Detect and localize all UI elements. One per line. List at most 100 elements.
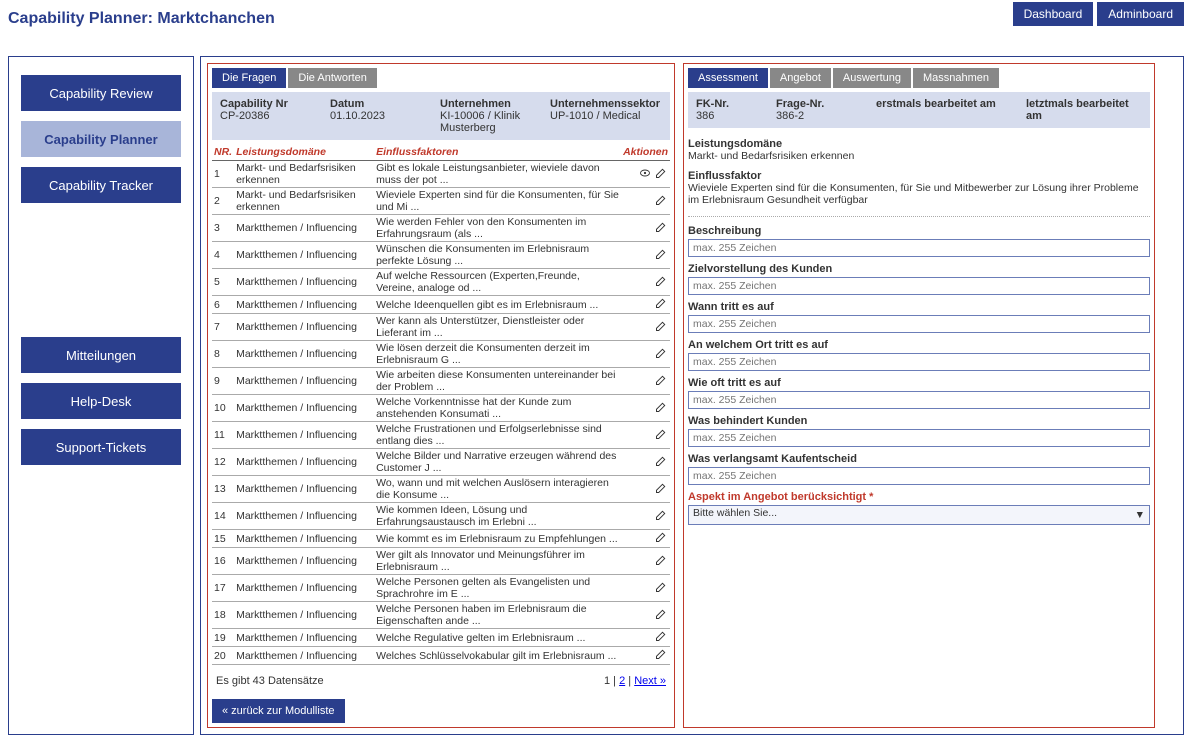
- field-label: An welchem Ort tritt es auf: [688, 339, 1150, 351]
- sidebar-item-support-tickets[interactable]: Support-Tickets: [21, 429, 181, 465]
- table-row[interactable]: 3Marktthemen / InfluencingWie werden Feh…: [212, 215, 670, 242]
- tab-massnahmen[interactable]: Massnahmen: [913, 68, 999, 88]
- tab-angebot[interactable]: Angebot: [770, 68, 831, 88]
- table-row[interactable]: 10Marktthemen / InfluencingWelche Vorken…: [212, 395, 670, 422]
- pager-next[interactable]: Next »: [634, 675, 666, 687]
- edit-icon[interactable]: [654, 297, 668, 309]
- cell-nr: 5: [212, 269, 234, 296]
- assessment-info-bar: FK-Nr.386 Frage-Nr.386-2 erstmals bearbe…: [688, 92, 1150, 128]
- field-input-4[interactable]: [688, 391, 1150, 409]
- cell-actions: [621, 530, 670, 548]
- edit-icon[interactable]: [654, 509, 668, 521]
- view-icon[interactable]: [638, 167, 652, 179]
- table-row[interactable]: 17Marktthemen / InfluencingWelche Person…: [212, 575, 670, 602]
- unternehmen-label: Unternehmen: [440, 98, 550, 110]
- table-row[interactable]: 4Marktthemen / InfluencingWünschen die K…: [212, 242, 670, 269]
- cell-actions: [621, 341, 670, 368]
- aspect-selected: Bitte wählen Sie...: [693, 507, 777, 519]
- cell-domain: Marktthemen / Influencing: [234, 530, 374, 548]
- back-to-module-list-button[interactable]: « zurück zur Modulliste: [212, 699, 345, 723]
- table-row[interactable]: 5Marktthemen / InfluencingAuf welche Res…: [212, 269, 670, 296]
- tab-die-fragen[interactable]: Die Fragen: [212, 68, 286, 88]
- cell-domain: Marktthemen / Influencing: [234, 602, 374, 629]
- table-row[interactable]: 2Markt- und Bedarfsrisiken erkennenWievi…: [212, 188, 670, 215]
- cell-domain: Marktthemen / Influencing: [234, 341, 374, 368]
- cell-nr: 9: [212, 368, 234, 395]
- cell-nr: 10: [212, 395, 234, 422]
- cell-faktor: Wie werden Fehler von den Konsumenten im…: [374, 215, 621, 242]
- edit-icon[interactable]: [654, 531, 668, 543]
- cell-actions: [621, 449, 670, 476]
- table-row[interactable]: 12Marktthemen / InfluencingWelche Bilder…: [212, 449, 670, 476]
- edit-icon[interactable]: [654, 347, 668, 359]
- edit-icon[interactable]: [654, 428, 668, 440]
- edit-icon[interactable]: [654, 608, 668, 620]
- edit-icon[interactable]: [654, 482, 668, 494]
- cap-nr-label: Capability Nr: [220, 98, 330, 110]
- field-input-5[interactable]: [688, 429, 1150, 447]
- table-row[interactable]: 6Marktthemen / InfluencingWelche Ideenqu…: [212, 296, 670, 314]
- sidebar-item-capability-tracker[interactable]: Capability Tracker: [21, 167, 181, 203]
- cell-nr: 18: [212, 602, 234, 629]
- edit-icon[interactable]: [654, 374, 668, 386]
- sidebar-item-help-desk[interactable]: Help-Desk: [21, 383, 181, 419]
- edit-icon[interactable]: [654, 401, 668, 413]
- cell-domain: Marktthemen / Influencing: [234, 269, 374, 296]
- edit-icon[interactable]: [654, 581, 668, 593]
- cell-faktor: Wer kann als Unterstützer, Dienstleister…: [374, 314, 621, 341]
- cell-faktor: Welche Personen haben im Erlebnisraum di…: [374, 602, 621, 629]
- aspect-select[interactable]: Bitte wählen Sie... ▼: [688, 505, 1150, 525]
- edit-icon[interactable]: [654, 194, 668, 206]
- table-row[interactable]: 14Marktthemen / InfluencingWie kommen Id…: [212, 503, 670, 530]
- table-row[interactable]: 19Marktthemen / InfluencingWelche Regula…: [212, 629, 670, 647]
- top-buttons: Dashboard Adminboard: [1013, 2, 1184, 26]
- table-row[interactable]: 1Markt- und Bedarfsrisiken erkennenGibt …: [212, 161, 670, 188]
- cell-nr: 12: [212, 449, 234, 476]
- table-row[interactable]: 9Marktthemen / InfluencingWie arbeiten d…: [212, 368, 670, 395]
- adminboard-button[interactable]: Adminboard: [1097, 2, 1184, 26]
- tab-die-antworten[interactable]: Die Antworten: [288, 68, 376, 88]
- tab-auswertung[interactable]: Auswertung: [833, 68, 911, 88]
- field-input-6[interactable]: [688, 467, 1150, 485]
- cell-faktor: Welche Vorkenntnisse hat der Kunde zum a…: [374, 395, 621, 422]
- cell-nr: 15: [212, 530, 234, 548]
- cell-nr: 16: [212, 548, 234, 575]
- cell-faktor: Welche Regulative gelten im Erlebnisraum…: [374, 629, 621, 647]
- sidebar-item-capability-review[interactable]: Capability Review: [21, 75, 181, 111]
- sidebar-item-mitteilungen[interactable]: Mitteilungen: [21, 337, 181, 373]
- edit-icon[interactable]: [654, 221, 668, 233]
- edit-icon[interactable]: [654, 648, 668, 660]
- cell-faktor: Welche Ideenquellen gibt es im Erlebnisr…: [374, 296, 621, 314]
- cell-actions: [621, 422, 670, 449]
- cell-faktor: Gibt es lokale Leistungsanbieter, wievie…: [374, 161, 621, 188]
- edit-icon[interactable]: [654, 320, 668, 332]
- cell-domain: Marktthemen / Influencing: [234, 422, 374, 449]
- table-row[interactable]: 11Marktthemen / InfluencingWelche Frustr…: [212, 422, 670, 449]
- cell-faktor: Wer gilt als Innovator und Meinungsführe…: [374, 548, 621, 575]
- field-input-0[interactable]: [688, 239, 1150, 257]
- cell-faktor: Auf welche Ressourcen (Experten,Freunde,…: [374, 269, 621, 296]
- edit-icon[interactable]: [654, 554, 668, 566]
- field-input-3[interactable]: [688, 353, 1150, 371]
- cell-faktor: Welche Bilder und Narrative erzeugen wäh…: [374, 449, 621, 476]
- edit-icon[interactable]: [654, 167, 668, 179]
- cell-domain: Marktthemen / Influencing: [234, 647, 374, 665]
- field-input-1[interactable]: [688, 277, 1150, 295]
- table-row[interactable]: 15Marktthemen / InfluencingWie kommt es …: [212, 530, 670, 548]
- dashboard-button[interactable]: Dashboard: [1013, 2, 1094, 26]
- edit-icon[interactable]: [654, 275, 668, 287]
- table-row[interactable]: 7Marktthemen / InfluencingWer kann als U…: [212, 314, 670, 341]
- table-row[interactable]: 16Marktthemen / InfluencingWer gilt als …: [212, 548, 670, 575]
- fk-label: FK-Nr.: [696, 98, 776, 110]
- table-row[interactable]: 20Marktthemen / InfluencingWelches Schlü…: [212, 647, 670, 665]
- table-row[interactable]: 13Marktthemen / InfluencingWo, wann und …: [212, 476, 670, 503]
- sidebar-item-capability-planner[interactable]: Capability Planner: [21, 121, 181, 157]
- tab-assessment[interactable]: Assessment: [688, 68, 768, 88]
- cell-domain: Marktthemen / Influencing: [234, 395, 374, 422]
- edit-icon[interactable]: [654, 455, 668, 467]
- field-input-2[interactable]: [688, 315, 1150, 333]
- table-row[interactable]: 8Marktthemen / InfluencingWie lösen derz…: [212, 341, 670, 368]
- table-row[interactable]: 18Marktthemen / InfluencingWelche Person…: [212, 602, 670, 629]
- edit-icon[interactable]: [654, 630, 668, 642]
- edit-icon[interactable]: [654, 248, 668, 260]
